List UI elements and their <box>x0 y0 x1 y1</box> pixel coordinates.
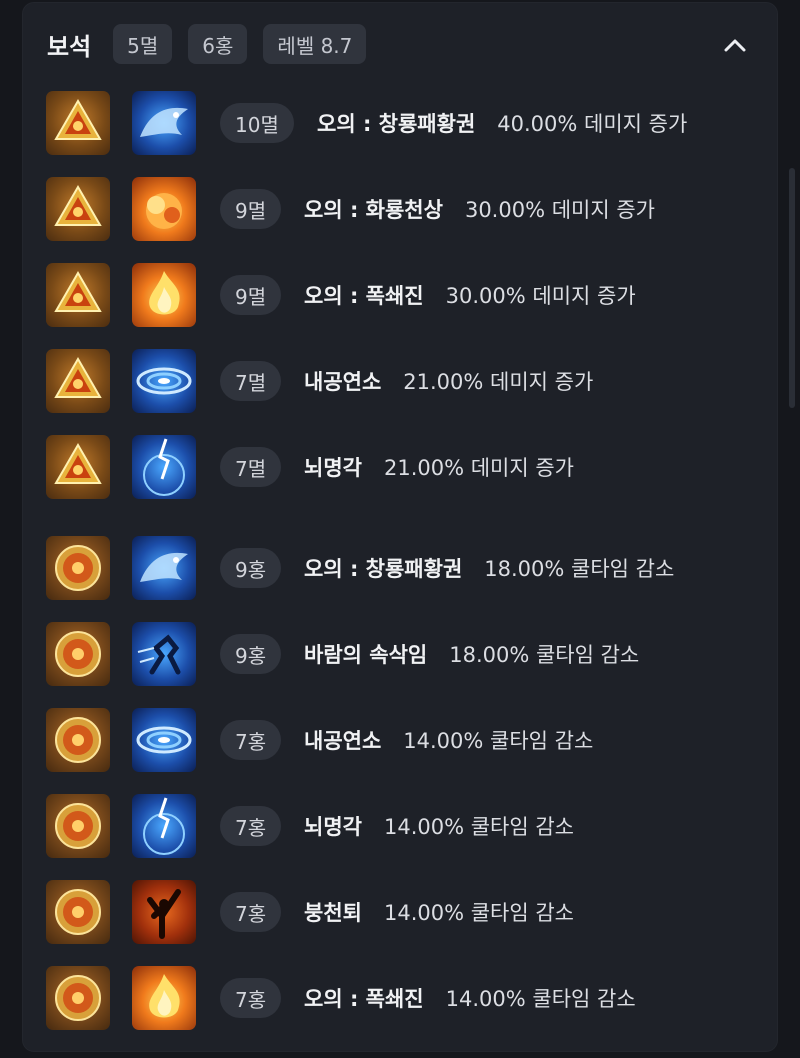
gem-effect: 21.00% 데미지 증가 <box>403 370 594 394</box>
gem-row[interactable]: 7멸 내공연소 21.00% 데미지 증가 <box>46 349 746 415</box>
flame-burst-skill-icon[interactable] <box>132 966 196 1030</box>
gem-effect: 14.00% 쿨타임 감소 <box>383 815 574 839</box>
gem-row[interactable]: 10멸 오의 : 창룡패황권 40.00% 데미지 증가 <box>46 91 746 157</box>
gem-level-badge: 7멸 <box>220 447 282 487</box>
dragon-blue-skill-icon[interactable] <box>132 536 196 600</box>
gem-effect: 14.00% 쿨타임 감소 <box>445 987 636 1011</box>
skill-name: 오의 : 창룡패황권 <box>304 557 463 581</box>
gem-effect: 18.00% 쿨타임 감소 <box>449 643 640 667</box>
dash-blue-skill-icon[interactable] <box>132 622 196 686</box>
gem-description: 오의 : 폭쇄진 30.00% 데미지 증가 <box>304 263 636 327</box>
gem-description: 바람의 속삭임 18.00% 쿨타임 감소 <box>304 622 639 686</box>
gem-effect: 21.00% 데미지 증가 <box>383 456 574 480</box>
dragon-blue-skill-icon[interactable] <box>132 91 196 155</box>
myeol-count-badge: 5멸 <box>113 24 173 64</box>
myeol-gem-icon[interactable] <box>46 435 110 499</box>
skill-name: 뇌명각 <box>304 456 362 480</box>
hong-count-badge: 6홍 <box>188 24 248 64</box>
myeol-gem-icon[interactable] <box>46 91 110 155</box>
gem-level-badge: 7홍 <box>220 720 282 760</box>
gem-level-badge: 7홍 <box>220 892 282 932</box>
gem-level-badge: 10멸 <box>220 103 294 143</box>
gem-level-badge: 7홍 <box>220 978 282 1018</box>
hong-gem-icon[interactable] <box>46 794 110 858</box>
gem-row[interactable]: 9멸 오의 : 폭쇄진 30.00% 데미지 증가 <box>46 263 746 329</box>
hong-gem-icon[interactable] <box>46 708 110 772</box>
skill-name: 오의 : 창룡패황권 <box>317 112 476 136</box>
gem-description: 오의 : 창룡패황권 40.00% 데미지 증가 <box>317 91 687 155</box>
gem-row[interactable]: 7홍 내공연소 14.00% 쿨타임 감소 <box>46 708 746 774</box>
kick-fire-skill-icon[interactable] <box>132 880 196 944</box>
gem-panel-header: 보석 5멸 6홍 레벨 8.7 <box>47 23 753 65</box>
vortex-blue-skill-icon[interactable] <box>132 708 196 772</box>
gem-level-badge: 레벨 8.7 <box>263 24 367 64</box>
myeol-gem-icon[interactable] <box>46 349 110 413</box>
gem-description: 내공연소 14.00% 쿨타임 감소 <box>304 708 593 772</box>
skill-name: 내공연소 <box>304 729 382 753</box>
collapse-button[interactable] <box>717 27 753 63</box>
gem-level-badge: 9홍 <box>220 548 282 588</box>
hong-gem-icon[interactable] <box>46 622 110 686</box>
gem-effect: 14.00% 쿨타임 감소 <box>383 901 574 925</box>
scrollbar[interactable] <box>789 168 795 408</box>
lightning-blue-skill-icon[interactable] <box>132 435 196 499</box>
hong-gem-icon[interactable] <box>46 966 110 1030</box>
gem-effect: 18.00% 쿨타임 감소 <box>484 557 675 581</box>
gem-effect: 30.00% 데미지 증가 <box>445 284 636 308</box>
gem-row[interactable]: 7멸 뇌명각 21.00% 데미지 증가 <box>46 435 746 501</box>
gem-row[interactable]: 7홍 붕천퇴 14.00% 쿨타임 감소 <box>46 880 746 946</box>
gem-description: 오의 : 폭쇄진 14.00% 쿨타임 감소 <box>304 966 636 1030</box>
gem-description: 오의 : 화룡천상 30.00% 데미지 증가 <box>304 177 655 241</box>
flame-burst-skill-icon[interactable] <box>132 263 196 327</box>
skill-name: 오의 : 화룡천상 <box>304 198 443 222</box>
skill-name: 내공연소 <box>304 370 382 394</box>
gem-row[interactable]: 9멸 오의 : 화룡천상 30.00% 데미지 증가 <box>46 177 746 243</box>
gem-description: 내공연소 21.00% 데미지 증가 <box>304 349 593 413</box>
gem-level-badge: 9홍 <box>220 634 282 674</box>
gem-level-badge: 7홍 <box>220 806 282 846</box>
gem-description: 오의 : 창룡패황권 18.00% 쿨타임 감소 <box>304 536 674 600</box>
hong-gem-icon[interactable] <box>46 536 110 600</box>
skill-name: 붕천퇴 <box>304 901 362 925</box>
gem-description: 뇌명각 21.00% 데미지 증가 <box>304 435 574 499</box>
gem-description: 붕천퇴 14.00% 쿨타임 감소 <box>304 880 574 944</box>
gem-effect: 14.00% 쿨타임 감소 <box>403 729 594 753</box>
vortex-blue-skill-icon[interactable] <box>132 349 196 413</box>
gem-row[interactable]: 9홍 바람의 속삭임 18.00% 쿨타임 감소 <box>46 622 746 688</box>
gem-level-badge: 7멸 <box>220 361 282 401</box>
myeol-gem-icon[interactable] <box>46 177 110 241</box>
skill-name: 오의 : 폭쇄진 <box>304 987 424 1011</box>
gem-effect: 40.00% 데미지 증가 <box>497 112 688 136</box>
skill-name: 오의 : 폭쇄진 <box>304 284 424 308</box>
panel-title: 보석 <box>47 32 92 61</box>
gem-effect: 30.00% 데미지 증가 <box>464 198 655 222</box>
hong-gem-icon[interactable] <box>46 880 110 944</box>
lightning-blue-skill-icon[interactable] <box>132 794 196 858</box>
skill-name: 바람의 속삭임 <box>304 643 428 667</box>
chevron-up-icon <box>724 39 746 52</box>
gem-description: 뇌명각 14.00% 쿨타임 감소 <box>304 794 574 858</box>
gem-level-badge: 9멸 <box>220 189 282 229</box>
gem-row[interactable]: 7홍 뇌명각 14.00% 쿨타임 감소 <box>46 794 746 860</box>
gem-row[interactable]: 9홍 오의 : 창룡패황권 18.00% 쿨타임 감소 <box>46 536 746 602</box>
gem-row[interactable]: 7홍 오의 : 폭쇄진 14.00% 쿨타임 감소 <box>46 966 746 1032</box>
explosion-fire-skill-icon[interactable] <box>132 177 196 241</box>
gem-level-badge: 9멸 <box>220 275 282 315</box>
myeol-gem-icon[interactable] <box>46 263 110 327</box>
skill-name: 뇌명각 <box>304 815 362 839</box>
